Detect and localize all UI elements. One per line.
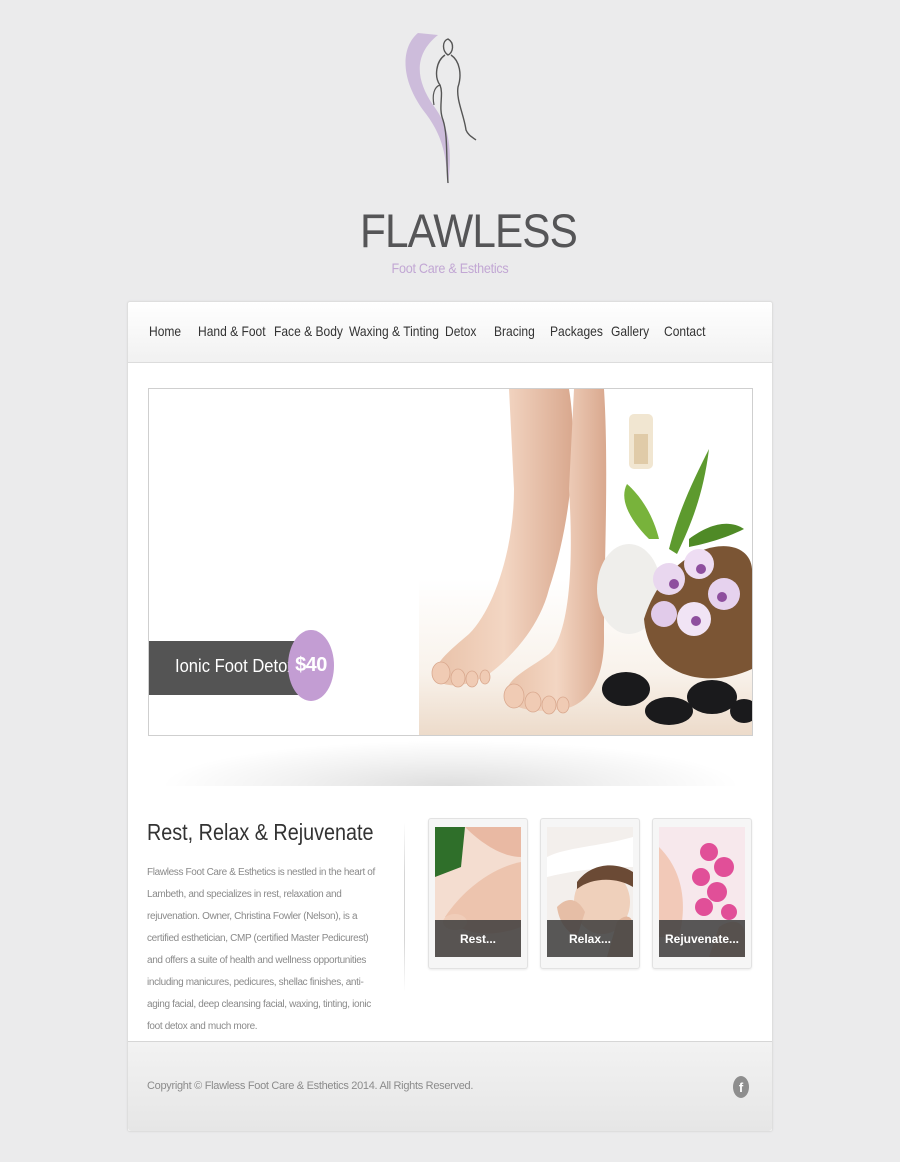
thumbnail-relax-label: Relax... [547, 920, 633, 957]
nav-item-home[interactable]: Home [149, 323, 181, 339]
nav-item-waxing-tinting[interactable]: Waxing & Tinting [349, 323, 439, 339]
vertical-divider [404, 822, 405, 992]
thumbnail-rest[interactable]: Rest... [428, 818, 528, 969]
nav-item-detox[interactable]: Detox [445, 323, 476, 339]
intro-title: Rest, Relax & Rejuvenate [147, 819, 374, 845]
brand-name: FLAWLESS [360, 204, 578, 257]
brand-tagline: Foot Care & Esthetics [391, 260, 509, 276]
copyright-text: Copyright © Flawless Foot Care & Estheti… [147, 1080, 474, 1092]
price-badge: $40 [288, 630, 334, 701]
nav-item-gallery[interactable]: Gallery [611, 323, 649, 339]
thumbnail-rejuvenate[interactable]: Rejuvenate... [652, 818, 752, 969]
facebook-icon[interactable]: f [733, 1076, 749, 1098]
thumbnail-relax[interactable]: Relax... [540, 818, 640, 969]
thumbnail-rest-label: Rest... [435, 920, 521, 957]
nav-item-contact[interactable]: Contact [664, 323, 705, 339]
hero-slider[interactable]: Ionic Foot Detox $40 [148, 388, 753, 736]
content-panel: Home Hand & Foot Face & Body Waxing & Ti… [127, 301, 773, 1132]
thumbnail-rejuvenate-label: Rejuvenate... [659, 920, 745, 957]
hero-shadow [158, 740, 743, 786]
hero-caption-text: Ionic Foot Detox [175, 656, 296, 676]
intro-body: Flawless Foot Care & Esthetics is nestle… [147, 867, 375, 1032]
nav-item-packages[interactable]: Packages [550, 323, 603, 339]
nav-item-face-body[interactable]: Face & Body [274, 323, 343, 339]
nav-item-hand-foot[interactable]: Hand & Foot [198, 323, 266, 339]
hero-caption: Ionic Foot Detox [149, 641, 309, 695]
footer: Copyright © Flawless Foot Care & Estheti… [128, 1041, 772, 1131]
logo[interactable]: FLAWLESS Foot Care & Esthetics [350, 25, 578, 285]
woman-silhouette-logo-icon [405, 33, 477, 185]
main-navigation: Home Hand & Foot Face & Body Waxing & Ti… [128, 302, 772, 363]
nav-item-bracing[interactable]: Bracing [494, 323, 535, 339]
